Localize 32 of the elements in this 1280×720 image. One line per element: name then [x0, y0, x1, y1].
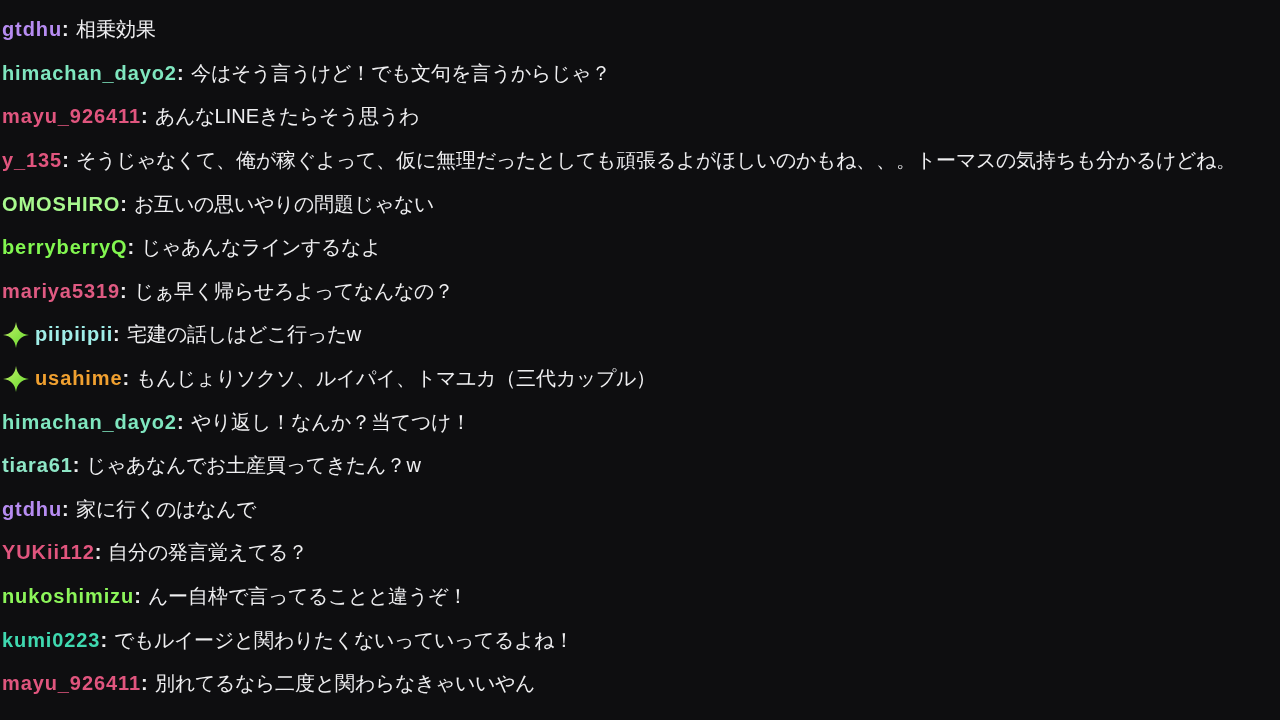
chat-message: 相乗効果 — [75, 17, 156, 43]
username[interactable]: kumi0223: — [2, 628, 108, 652]
username[interactable]: himachan_dayo2: — [2, 410, 184, 434]
chat-message: じゃあなんでお土産買ってきたん？w — [86, 453, 421, 479]
username[interactable]: gtdhu: — [2, 497, 69, 521]
chat-message: お互いの思いやりの問題じゃない — [134, 191, 434, 217]
username[interactable]: OMOSHIRO: — [2, 192, 127, 216]
username[interactable]: gtdhu: — [2, 18, 69, 42]
username[interactable]: mariya5319: — [2, 279, 127, 303]
username[interactable]: nukoshimizu: — [2, 585, 141, 608]
username[interactable]: piipiipii: — [35, 323, 120, 347]
username[interactable]: berryberryQ: — [2, 236, 135, 260]
chat-message: 自分の発言覚えてる？ — [108, 540, 309, 566]
chat-message: でもルイージと関わりたくないっていってるよね！ — [114, 627, 575, 653]
chat-message: んー自枠で言ってることと違うぞ！ — [147, 584, 468, 609]
username[interactable]: YUKii112: — [2, 541, 102, 565]
chat-message: あんなLINEきたらそう思うわ — [154, 104, 420, 130]
username[interactable]: himachan_dayo2: — [2, 61, 184, 85]
chat-message: そうじゃなくて、俺が稼ぐよって、仮に無理だったとしても頑張るよがほしいのかもね、、。トーマスの気持ちも分かるけどね。 — [75, 148, 1236, 174]
chat-message: 家に行くのはなんで — [75, 496, 256, 522]
username[interactable]: tiara61: — [2, 454, 80, 478]
chat-message: じゃあんなラインするなよ — [141, 235, 382, 261]
chat-message: じぁ早く帰らせろよってなんなの？ — [133, 278, 454, 304]
chat-message: やり返し！なんか？当てつけ！ — [190, 409, 471, 435]
chat-message: 今はそう言うけど！でも文句を言うからじゃ？ — [190, 60, 611, 86]
chat-message: 宅建の話しはどこ行ったw — [126, 322, 362, 348]
chat-message: もんじょりソクソ、ルイパイ、トマユカ（三代カップル） — [136, 366, 657, 392]
username[interactable]: y_135: — [2, 149, 69, 173]
username[interactable]: mayu_926411: — [2, 105, 148, 129]
username[interactable]: usahime: — [35, 367, 130, 391]
username[interactable]: mayu_926411: — [2, 672, 148, 696]
chat-message: 別れてるなら二度と関わらなきゃいいやん — [154, 671, 535, 697]
